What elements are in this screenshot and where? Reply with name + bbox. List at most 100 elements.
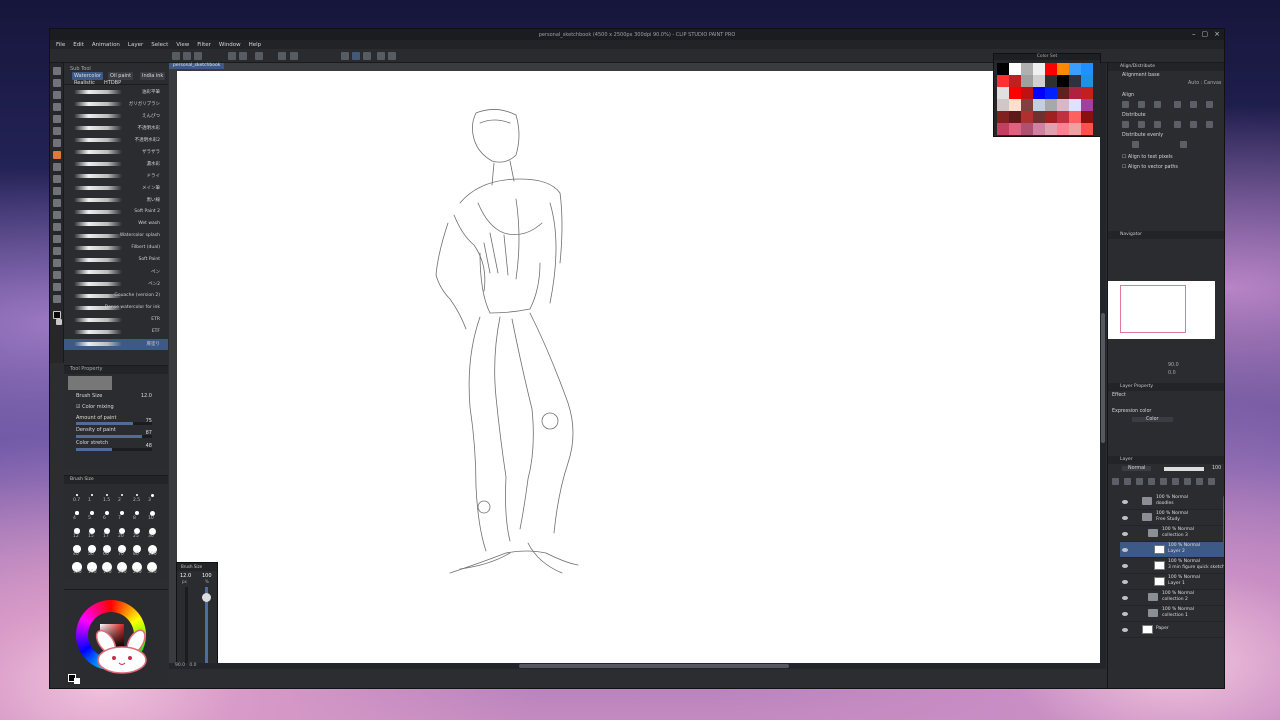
clear-icon[interactable] — [255, 52, 263, 60]
color-swatch[interactable] — [1021, 75, 1033, 87]
brush-item[interactable]: 黒い線 — [64, 195, 168, 206]
brush-item[interactable]: 不透明水彩2 — [64, 135, 168, 146]
align-center-icon[interactable] — [1138, 101, 1145, 108]
layer-scrollbar[interactable] — [1223, 496, 1224, 556]
brush-item[interactable]: Gouache (version 2) — [64, 291, 168, 302]
document-tab[interactable]: personal_sketchbook — [169, 63, 225, 69]
delete-layer-icon[interactable] — [1208, 478, 1215, 485]
fill-tool-icon[interactable] — [53, 211, 61, 219]
new-file-icon[interactable] — [172, 52, 180, 60]
color-swatch[interactable] — [1045, 75, 1057, 87]
brush-item[interactable]: ガリガリブラシ — [64, 99, 168, 110]
color-swatch[interactable] — [997, 63, 1009, 75]
color-swatch[interactable] — [1069, 123, 1081, 135]
brush-item[interactable]: メイン筆 — [64, 183, 168, 194]
brush-size-dot[interactable] — [120, 493, 124, 497]
gradient-tool-icon[interactable] — [53, 223, 61, 231]
align-bottom-icon[interactable] — [1206, 101, 1213, 108]
color-swatch[interactable] — [1045, 123, 1057, 135]
menu-help[interactable]: Help — [249, 42, 262, 48]
color-swatch[interactable] — [1057, 123, 1069, 135]
color-swatch[interactable] — [1081, 75, 1093, 87]
color-swatch[interactable] — [1069, 99, 1081, 111]
sub-color-chip[interactable] — [74, 678, 80, 684]
brush-size-dot[interactable] — [74, 528, 80, 534]
maximize-button[interactable]: ▢ — [1202, 30, 1209, 38]
popup-size-slider[interactable] — [185, 587, 188, 663]
color-swatch[interactable] — [1033, 63, 1045, 75]
sub-color-swatch[interactable] — [56, 319, 62, 325]
color-swatch[interactable] — [1009, 63, 1021, 75]
pen-tool-icon[interactable] — [53, 127, 61, 135]
align-vector-paths-label[interactable]: ☐ Align to vector paths — [1122, 165, 1178, 170]
color-swatch[interactable] — [1081, 63, 1093, 75]
color-swatch[interactable] — [997, 123, 1009, 135]
correct-line-tool-icon[interactable] — [53, 295, 61, 303]
brush-item[interactable]: 不透明水彩 — [64, 123, 168, 134]
brush-size-dot[interactable] — [134, 510, 140, 516]
brush-item[interactable]: Soft Paint 2 — [64, 207, 168, 218]
eyedropper-tool-icon[interactable] — [53, 115, 61, 123]
distribute-evenly-h-icon[interactable] — [1132, 141, 1139, 148]
pencil-tool-icon[interactable] — [53, 139, 61, 147]
brush-item[interactable]: Soft Paint — [64, 255, 168, 266]
brush-size-dot[interactable] — [150, 493, 154, 497]
align-right-icon[interactable] — [1154, 101, 1161, 108]
brush-size-dot[interactable] — [75, 511, 79, 515]
brush-size-dot[interactable] — [149, 510, 155, 516]
color-swatch[interactable] — [1057, 111, 1069, 123]
canvas-vertical-scrollbar[interactable] — [1100, 63, 1106, 669]
color-swatch[interactable] — [1009, 87, 1021, 99]
blend-mode-select[interactable]: Normal — [1122, 466, 1152, 471]
color-swatch[interactable] — [1081, 123, 1093, 135]
move-tool-icon[interactable] — [53, 79, 61, 87]
color-swatch[interactable] — [1057, 99, 1069, 111]
distribute-bottom-icon[interactable] — [1206, 121, 1213, 128]
navigator-view-frame[interactable] — [1120, 285, 1186, 333]
brush-size-dot[interactable] — [135, 493, 139, 497]
brush-item[interactable]: えんぴつ — [64, 111, 168, 122]
brush-item[interactable]: ETR — [64, 315, 168, 326]
layer-row[interactable]: 100 % Normal doodles — [1120, 494, 1224, 510]
color-swatch[interactable] — [1069, 75, 1081, 87]
brush-size-dot[interactable] — [90, 511, 94, 515]
color-swatch[interactable] — [997, 99, 1009, 111]
lock-layer-icon[interactable] — [1172, 478, 1179, 485]
brush-tool-icon[interactable] — [53, 151, 61, 159]
navigator-zoom[interactable]: 90.0 — [1168, 363, 1179, 368]
color-swatch[interactable] — [1069, 63, 1081, 75]
color-swatch[interactable] — [1021, 99, 1033, 111]
ruler-tool-icon[interactable] — [53, 259, 61, 267]
color-swatch[interactable] — [1069, 111, 1081, 123]
brush-item[interactable]: ザラザラ — [64, 147, 168, 158]
menu-file[interactable]: File — [56, 42, 65, 48]
distribute-middle-icon[interactable] — [1190, 121, 1197, 128]
redo-icon[interactable] — [239, 52, 247, 60]
brush-item[interactable]: Wet wash — [64, 219, 168, 230]
color-swatch[interactable] — [1009, 111, 1021, 123]
align-middle-icon[interactable] — [1190, 101, 1197, 108]
navigator-preview[interactable] — [1108, 281, 1215, 339]
snap-special-ruler-icon[interactable] — [352, 52, 360, 60]
menu-select[interactable]: Select — [151, 42, 168, 48]
layer-row[interactable]: 100 % Normal Layer 2 — [1120, 542, 1224, 558]
figure-tool-icon[interactable] — [53, 235, 61, 243]
color-swatch[interactable] — [1009, 75, 1021, 87]
color-swatch[interactable] — [1081, 87, 1093, 99]
distribute-center-icon[interactable] — [1138, 121, 1145, 128]
frame-tool-icon[interactable] — [53, 247, 61, 255]
color-stretch-slider[interactable] — [76, 448, 152, 451]
status-zoom[interactable]: 90.0 — [175, 663, 185, 668]
color-swatch[interactable] — [1081, 111, 1093, 123]
brush-item[interactable]: Dense watercolor for ink — [64, 303, 168, 314]
distribute-top-icon[interactable] — [1174, 121, 1181, 128]
color-swatch[interactable] — [997, 75, 1009, 87]
brush-size-dot[interactable] — [76, 494, 78, 496]
zoom-tool-icon[interactable] — [53, 67, 61, 75]
show-ruler-icon[interactable] — [377, 52, 385, 60]
brush-item[interactable]: ペン2 — [64, 279, 168, 290]
settings-icon[interactable] — [388, 52, 396, 60]
layer-row[interactable]: 100 % Normal Free Study — [1120, 510, 1224, 526]
menu-layer[interactable]: Layer — [128, 42, 143, 48]
auto-canvas-label[interactable]: Auto : Canvas — [1188, 81, 1221, 86]
